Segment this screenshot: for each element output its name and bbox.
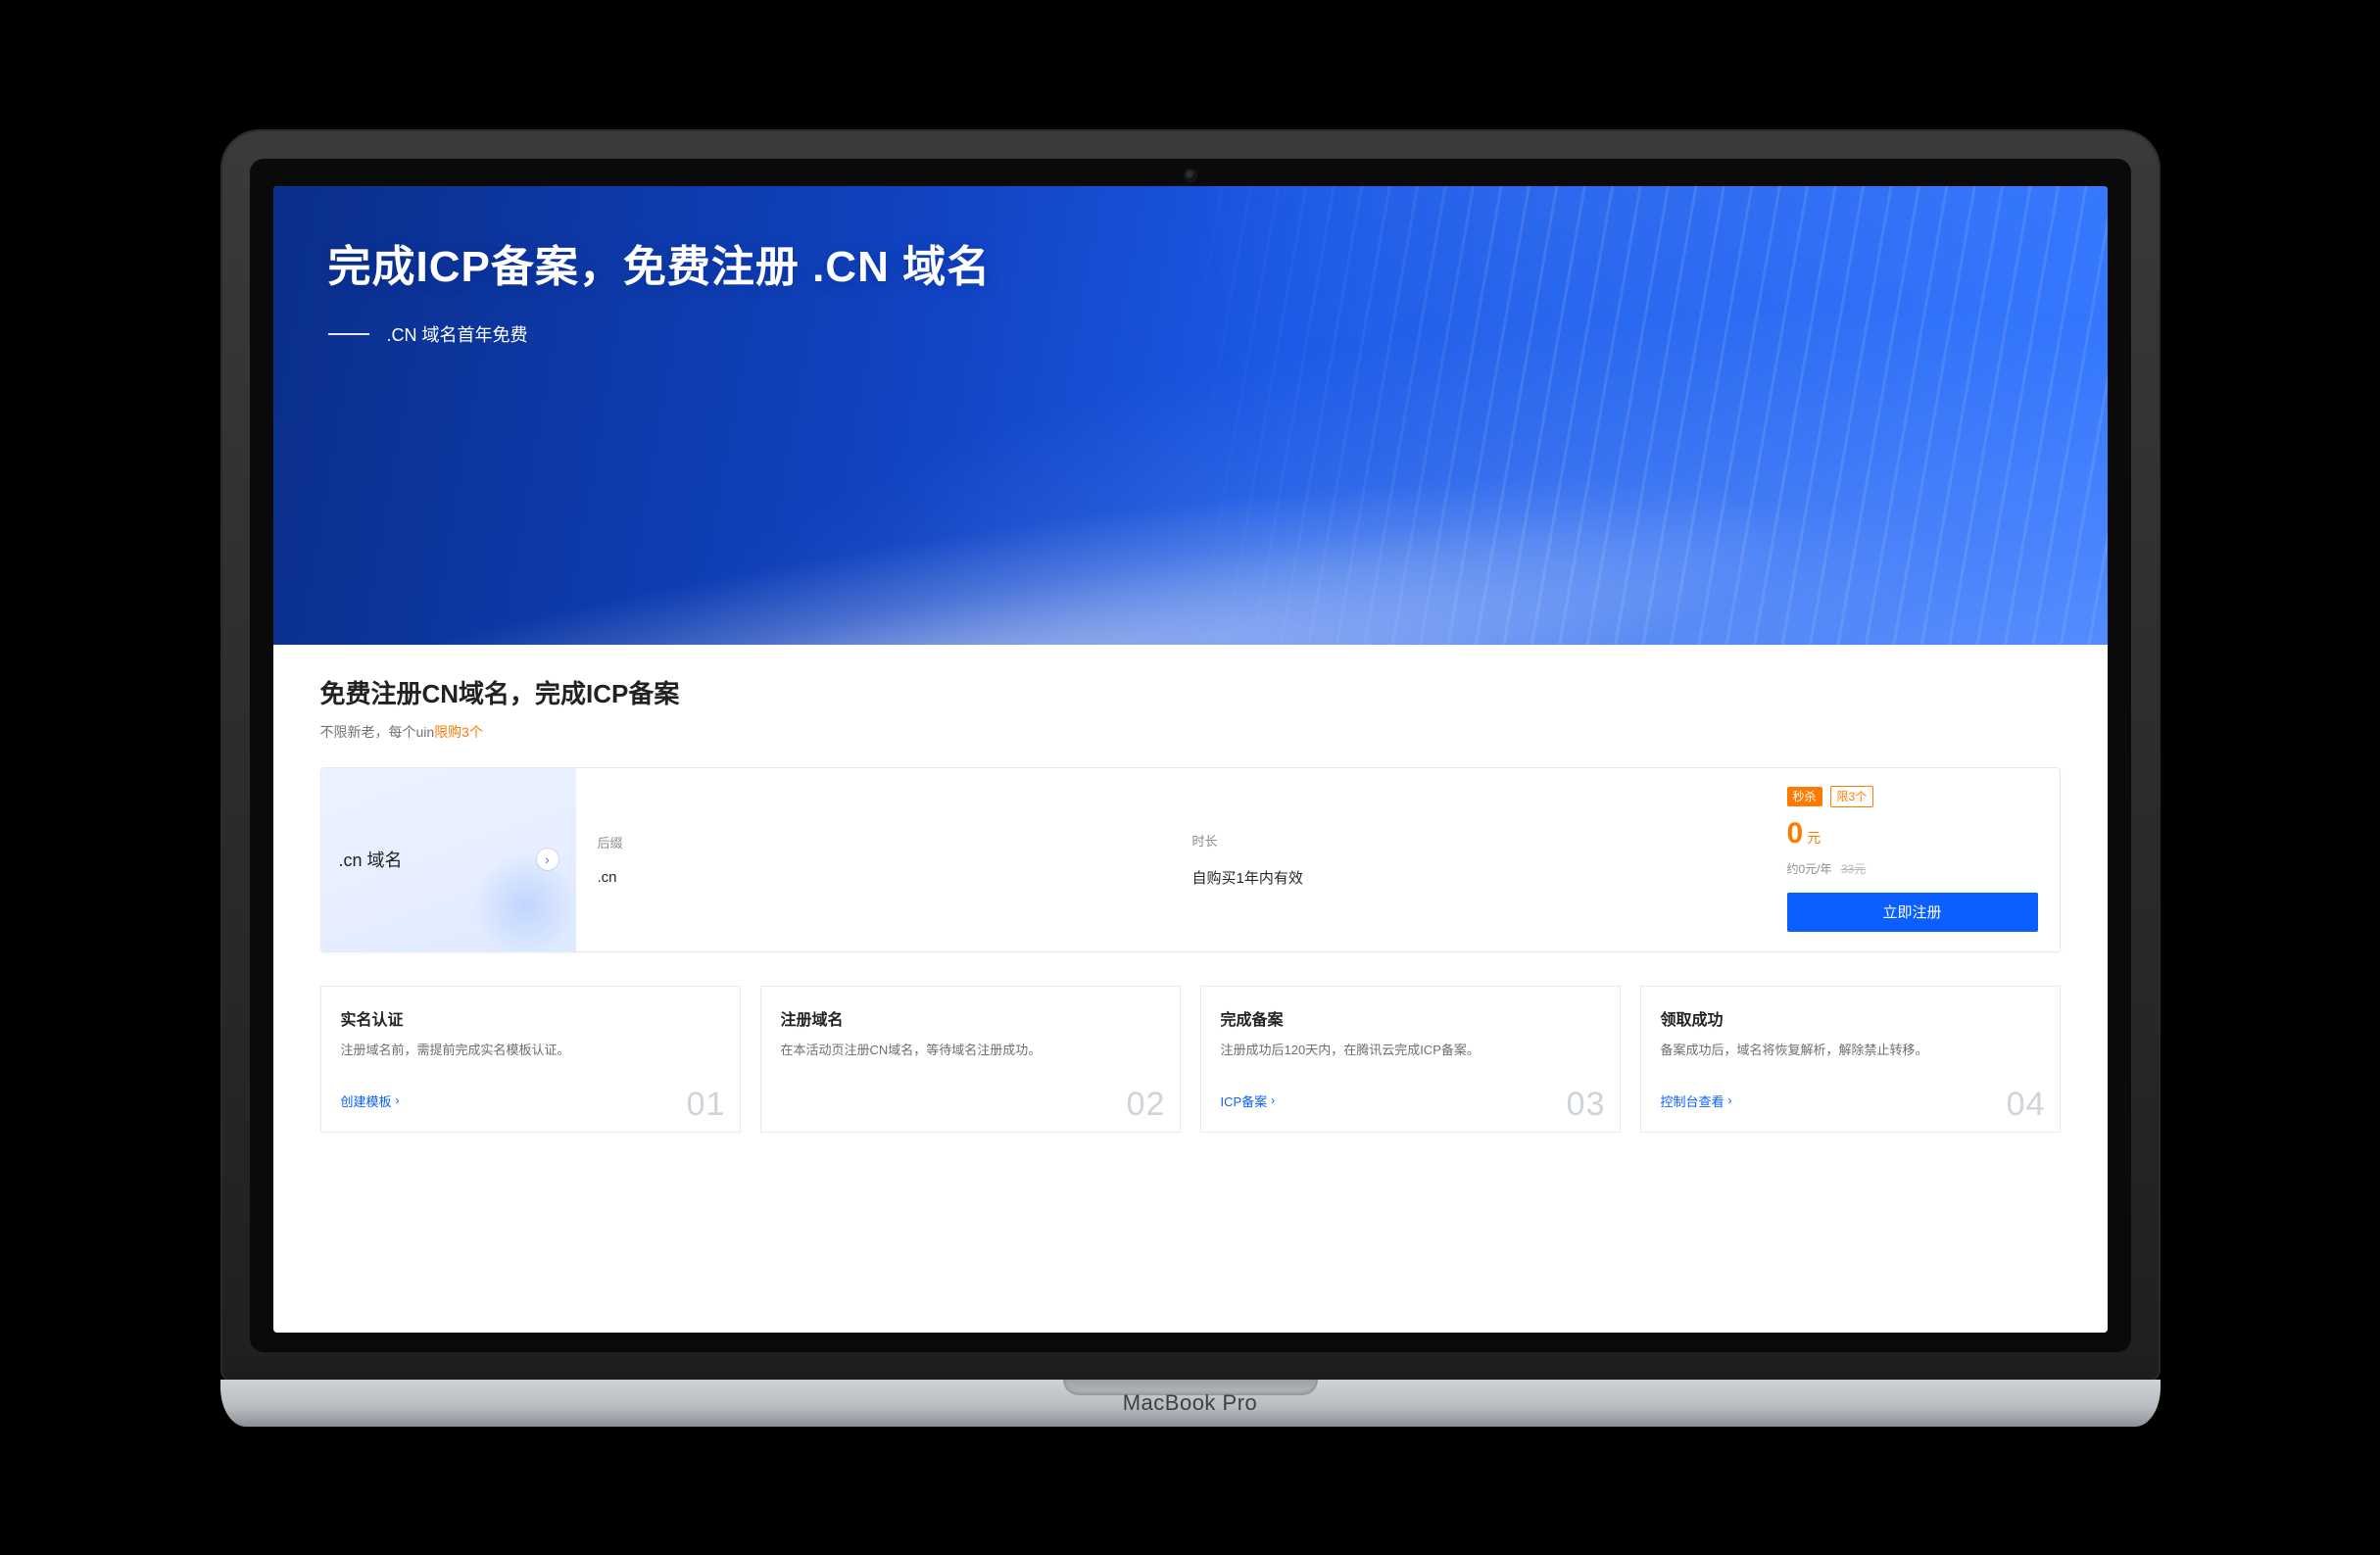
hero-subline: .CN 域名首年免费	[328, 321, 2053, 347]
step-title: 实名认证	[341, 1006, 720, 1030]
step-number: 03	[1567, 1086, 1606, 1124]
chevron-right-icon: ›	[1271, 1093, 1275, 1107]
step-card: 实名认证 注册域名前，需提前完成实名模板认证。 创建模板 › 01	[320, 986, 741, 1133]
step-link-console[interactable]: 控制台查看 ›	[1661, 1092, 2040, 1110]
col-label: 后缀	[598, 833, 1149, 851]
section-sub-prefix: 不限新老，每个uin	[320, 724, 435, 740]
step-link-icp[interactable]: ICP备案 ›	[1221, 1092, 1600, 1110]
price-value: 0	[1787, 817, 1804, 850]
laptop-bezel: 完成ICP备案，免费注册 .CN 域名 .CN 域名首年免费 免费注册CN域名，…	[250, 159, 2131, 1352]
step-number: 04	[2007, 1086, 2046, 1124]
buy-box: 秒杀 限3个 0 元 约0元/年 33元	[1766, 768, 2060, 951]
step-desc: 注册域名前，需提前完成实名模板认证。	[341, 1040, 720, 1082]
product-col-suffix: 后缀 .cn	[576, 768, 1171, 951]
chevron-right-icon[interactable]: ›	[537, 849, 559, 870]
product-card: .cn 域名 › 后缀 .cn 时长 自购买1年内有效	[320, 767, 2061, 952]
hero-banner: 完成ICP备案，免费注册 .CN 域名 .CN 域名首年免费	[273, 186, 2108, 645]
step-link-label: 控制台查看	[1661, 1092, 1724, 1110]
tag-row: 秒杀 限3个	[1787, 786, 2038, 807]
register-button[interactable]: 立即注册	[1787, 893, 2038, 932]
step-link-label: ICP备案	[1221, 1092, 1268, 1110]
step-desc: 在本活动页注册CN域名，等待域名注册成功。	[781, 1040, 1160, 1110]
laptop-frame: 完成ICP备案，免费注册 .CN 域名 .CN 域名首年免费 免费注册CN域名，…	[220, 129, 2161, 1427]
step-desc: 备案成功后，域名将恢复解析，解除禁止转移。	[1661, 1040, 2040, 1082]
step-desc: 注册成功后120天内，在腾讯云完成ICP备案。	[1221, 1040, 1600, 1082]
step-card: 领取成功 备案成功后，域名将恢复解析，解除禁止转移。 控制台查看 › 04	[1640, 986, 2061, 1133]
step-card: 注册域名 在本活动页注册CN域名，等待域名注册成功。 02	[760, 986, 1181, 1133]
step-link-label: 创建模板	[341, 1092, 392, 1110]
chevron-right-icon: ›	[396, 1093, 400, 1107]
hero-underline	[328, 333, 369, 335]
laptop-base: MacBook Pro	[220, 1380, 2161, 1427]
step-link-create-template[interactable]: 创建模板 ›	[341, 1092, 720, 1110]
step-number: 01	[687, 1086, 726, 1124]
step-title: 注册域名	[781, 1006, 1160, 1030]
tag-limit: 限3个	[1830, 786, 1874, 807]
product-name: .cn 域名	[339, 847, 403, 872]
step-number: 02	[1127, 1086, 1166, 1124]
step-title: 完成备案	[1221, 1006, 1600, 1030]
price-sub: 约0元/年 33元	[1787, 860, 2038, 877]
laptop-lid: 完成ICP备案，免费注册 .CN 域名 .CN 域名首年免费 免费注册CN域名，…	[220, 129, 2161, 1382]
hero-title: 完成ICP备案，免费注册 .CN 域名	[328, 231, 2053, 294]
section-subtitle: 不限新老，每个uin限购3个	[320, 722, 2061, 742]
step-card: 完成备案 注册成功后120天内，在腾讯云完成ICP备案。 ICP备案 › 03	[1200, 986, 1621, 1133]
price-unit: 元	[1807, 828, 1821, 848]
col-value: 自购买1年内有效	[1192, 867, 1744, 888]
section-sub-highlight: 限购3个	[434, 724, 483, 740]
hero-subtitle: .CN 域名首年免费	[387, 321, 528, 347]
screen: 完成ICP备案，免费注册 .CN 域名 .CN 域名首年免费 免费注册CN域名，…	[273, 186, 2108, 1333]
price: 0 元	[1787, 817, 2038, 850]
price-sub-text: 约0元/年	[1787, 862, 1832, 876]
page: 完成ICP备案，免费注册 .CN 域名 .CN 域名首年免费 免费注册CN域名，…	[273, 186, 2108, 1333]
col-value: .cn	[598, 869, 1149, 886]
tag-flash: 秒杀	[1787, 787, 1822, 806]
price-strike: 33元	[1841, 862, 1866, 876]
col-label: 时长	[1192, 831, 1744, 850]
camera-dot	[1186, 170, 1195, 180]
main-section: 免费注册CN域名，完成ICP备案 不限新老，每个uin限购3个 .cn 域名 ›	[273, 645, 2108, 1333]
product-col-duration: 时长 自购买1年内有效	[1171, 768, 1766, 951]
step-title: 领取成功	[1661, 1006, 2040, 1030]
section-title: 免费注册CN域名，完成ICP备案	[320, 674, 2061, 710]
chevron-right-icon: ›	[1728, 1093, 1732, 1107]
steps-row: 实名认证 注册域名前，需提前完成实名模板认证。 创建模板 › 01 注册域名	[320, 986, 2061, 1133]
product-tile[interactable]: .cn 域名 ›	[321, 768, 576, 951]
device-label: MacBook Pro	[1123, 1390, 1258, 1416]
